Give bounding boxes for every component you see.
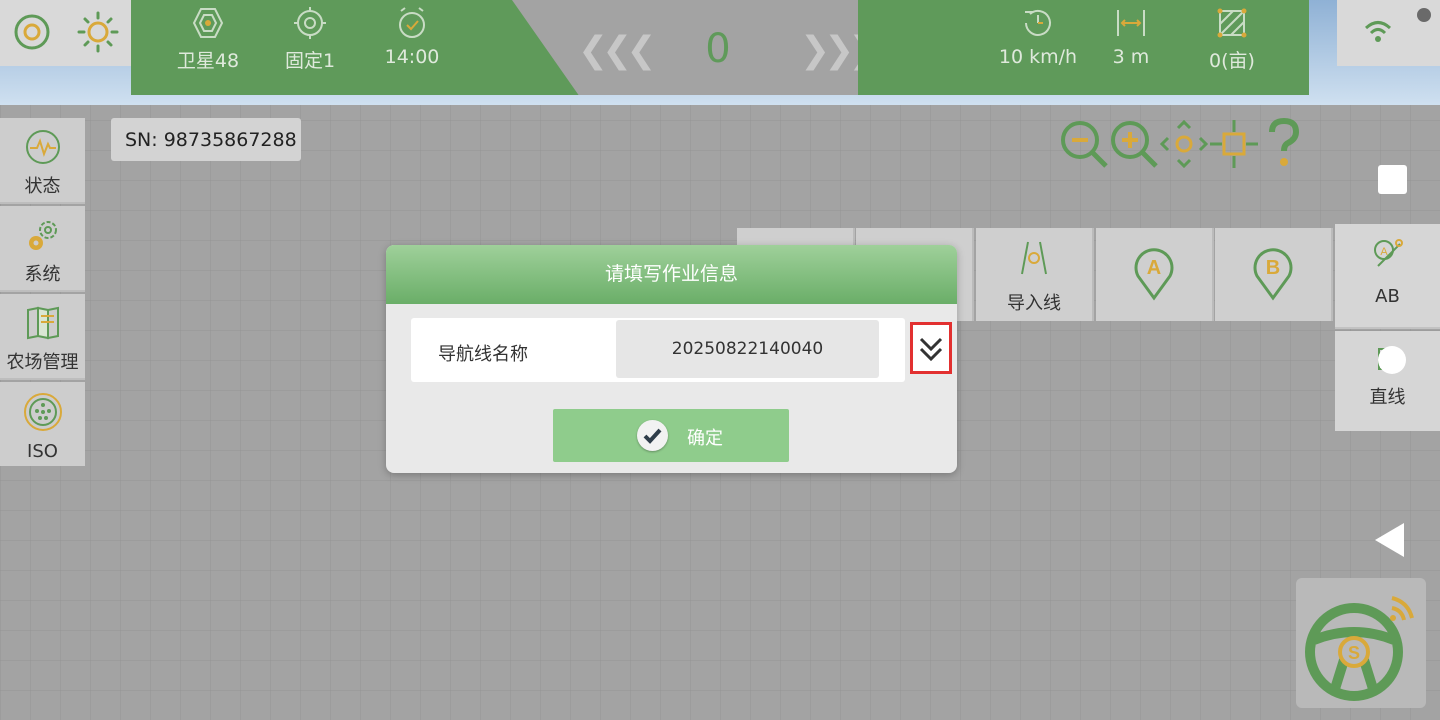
speed-value: 10 km/h: [998, 46, 1078, 68]
pulse-icon: [25, 130, 60, 164]
double-chevron-down-icon: [919, 337, 943, 362]
confirm-button[interactable]: 确定: [553, 409, 789, 462]
point-b-label: B: [1266, 257, 1280, 279]
fix-status: 固定1: [284, 50, 336, 72]
gears-icon: [28, 221, 57, 250]
speed-stat: 10 km/h: [978, 6, 1098, 68]
import-line-label: 导入线: [1007, 293, 1061, 314]
point-a-label: A: [1147, 257, 1161, 279]
auto-steer-button[interactable]: S: [1296, 578, 1426, 708]
brightness-icon[interactable]: [76, 10, 120, 54]
dialog-title: 请填写作业信息: [386, 245, 957, 304]
guide-line-name-row: 导航线名称 20250822140040: [411, 318, 905, 382]
current-time: 14:00: [384, 46, 440, 68]
point-b-button[interactable]: B: [1215, 228, 1333, 321]
guide-line-name-input[interactable]: 20250822140040: [616, 320, 879, 378]
area-value: 0(亩): [1209, 50, 1255, 72]
zoom-out-icon[interactable]: [1058, 118, 1112, 172]
steering-wheel-icon: S: [1305, 596, 1414, 701]
fix-stat: 固定1: [265, 6, 355, 73]
import-line-button[interactable]: 导入线: [976, 228, 1094, 321]
farm-map-icon: [26, 306, 59, 340]
zoom-in-icon[interactable]: [1108, 118, 1162, 172]
sidebar-item-label: 系统: [24, 264, 61, 285]
width-stat: 3 m: [1086, 6, 1176, 68]
fit-view-icon[interactable]: [1208, 118, 1260, 170]
status-bar-right: 10 km/h 3 m 0(亩): [858, 0, 1309, 95]
speed-timer-icon: [1025, 9, 1051, 36]
sidebar-item-system[interactable]: 系统: [0, 206, 85, 292]
help-icon[interactable]: [1262, 118, 1306, 170]
satellite-count: 卫星48: [176, 50, 240, 72]
status-dot: [1417, 8, 1431, 22]
confirm-label: 确定: [687, 428, 723, 449]
satellite-stat: 卫星48: [163, 6, 253, 73]
back-button[interactable]: [1375, 523, 1404, 557]
point-a-button[interactable]: A: [1096, 228, 1214, 321]
import-line-icon: [1021, 241, 1047, 275]
fix-target-icon: [294, 7, 326, 39]
sidebar-item-label: 状态: [24, 176, 61, 197]
ab-mode-button[interactable]: A AB: [1335, 224, 1440, 329]
serial-number-badge: SN: 98735867288: [111, 118, 301, 161]
expand-dropdown-button[interactable]: [910, 322, 952, 374]
check-icon: [637, 420, 668, 451]
area-stat: 0(亩): [1187, 6, 1277, 73]
sidebar-item-status[interactable]: 状态: [0, 118, 85, 204]
home-button[interactable]: [1378, 346, 1406, 374]
width-value: 3 m: [1112, 46, 1150, 68]
implement-width-icon: [1117, 10, 1145, 36]
satellite-icon: [192, 8, 224, 38]
ab-line-icon: A: [1373, 239, 1403, 267]
sidebar-item-label: ISO: [27, 441, 58, 462]
status-bar-left: 卫星48 固定1 14:00: [131, 0, 581, 95]
recenter-icon[interactable]: [1158, 118, 1210, 170]
sidebar-item-iso[interactable]: ISO: [0, 382, 85, 466]
stop-button[interactable]: [1378, 165, 1407, 194]
work-info-dialog: 请填写作业信息 导航线名称 20250822140040 确定: [386, 245, 957, 473]
wifi-icon: [1364, 21, 1392, 42]
sidebar-item-farm-management[interactable]: 农场管理: [0, 294, 85, 380]
pin-b-icon: B: [1253, 248, 1293, 301]
straight-line-label: 直线: [1369, 387, 1406, 408]
iso-connector-icon: [23, 393, 62, 431]
guide-line-name-label: 导航线名称: [438, 344, 528, 365]
top-left-panel: [0, 0, 131, 66]
left-chevrons-icon: ❮❮❮: [578, 30, 656, 71]
power-target-icon[interactable]: [10, 10, 54, 54]
area-icon: [1217, 8, 1247, 38]
ab-mode-label: AB: [1375, 286, 1400, 307]
sidebar-item-label: 农场管理: [6, 352, 79, 373]
alarm-clock-icon: [399, 7, 425, 38]
pin-a-icon: A: [1134, 248, 1174, 301]
time-stat: 14:00: [367, 6, 457, 68]
steering-logo-text: S: [1348, 643, 1360, 663]
offset-value: 0: [705, 26, 731, 72]
